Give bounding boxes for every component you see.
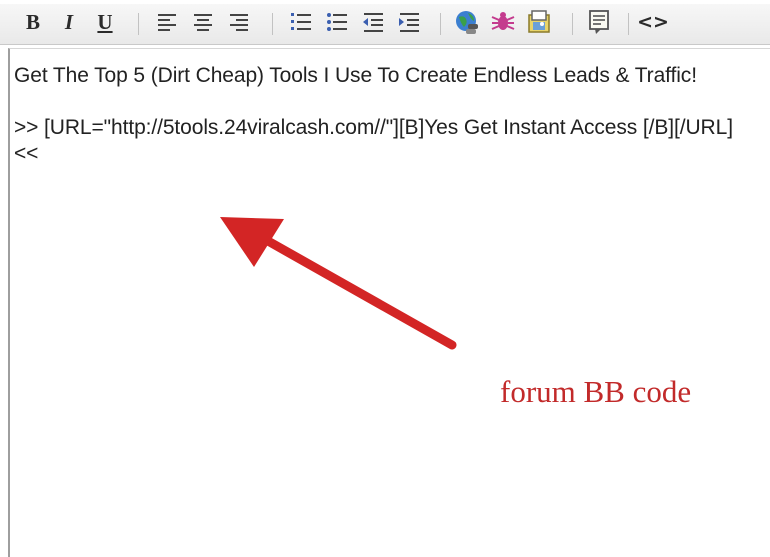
align-center-button[interactable] [188,7,218,37]
ordered-list-button[interactable] [286,7,316,37]
quote-button[interactable] [584,7,614,37]
toolbar-divider [272,13,273,35]
toolbar-divider [572,13,573,35]
align-right-button[interactable] [224,7,254,37]
toolbar-divider [440,13,441,35]
insert-image-icon [528,10,550,33]
insert-link-icon [456,11,478,34]
toolbar-divider [138,13,139,35]
editor-line-bbcode: >> [URL="http://5tools.24viralcash.com//… [14,116,733,165]
unordered-list-icon [327,13,347,31]
indent-button[interactable] [394,7,424,37]
outdent-button[interactable] [358,7,388,37]
underline-button[interactable]: U [90,7,120,37]
ordered-list-icon [291,13,311,30]
italic-button[interactable]: I [54,7,84,37]
align-right-icon [230,14,248,31]
remove-link-icon [491,12,515,30]
align-left-button[interactable] [152,7,182,37]
quote-icon [589,10,609,34]
insert-link-button[interactable] [452,7,482,37]
code-button[interactable]: <> [637,7,669,37]
bold-button[interactable]: B [18,7,48,37]
editor-line-headline: Get The Top 5 (Dirt Cheap) Tools I Use T… [14,64,697,87]
align-center-icon [194,14,212,31]
code-icon: <> [637,11,669,33]
toolbar-divider [628,13,629,35]
editor-content[interactable]: Get The Top 5 (Dirt Cheap) Tools I Use T… [14,63,759,167]
insert-image-button[interactable] [524,7,554,37]
annotation-arrow [220,217,457,350]
annotation-label: forum BB code [500,374,692,409]
outdent-icon [363,13,383,32]
align-left-icon [158,14,176,31]
remove-link-button[interactable] [488,7,518,37]
editor-toolbar: B I U <> [0,4,770,45]
unordered-list-button[interactable] [322,7,352,37]
indent-icon [399,13,419,32]
